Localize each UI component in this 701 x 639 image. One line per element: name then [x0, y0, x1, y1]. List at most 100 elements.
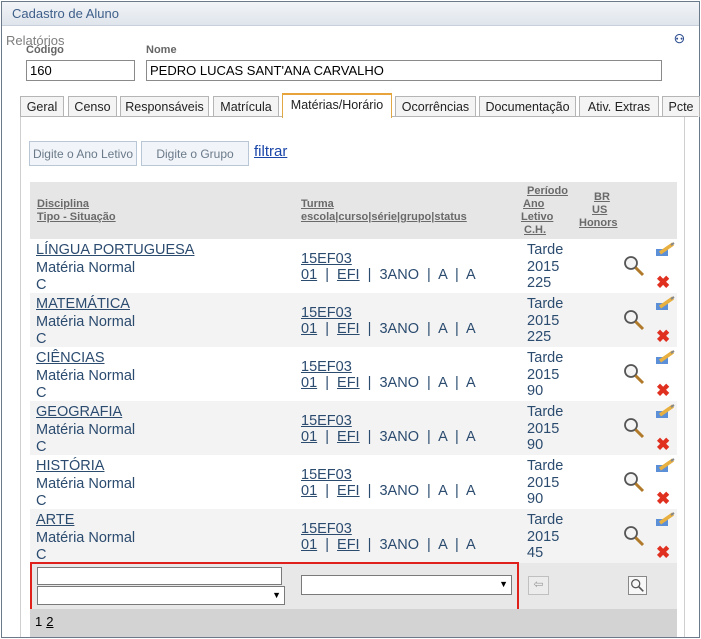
magnifier-icon[interactable]	[623, 417, 645, 439]
periodo-cell: Tarde 2015 225	[527, 242, 563, 292]
add-icon[interactable]: ⇦	[528, 576, 549, 595]
turma-link[interactable]: 15EF03	[301, 413, 352, 429]
disciplina-link[interactable]: GEOGRAFIA	[36, 404, 122, 420]
escola-link[interactable]: 01	[301, 429, 317, 445]
delete-icon[interactable]: ✖	[656, 544, 670, 561]
serie-text: 3ANO	[379, 267, 419, 283]
search-icon[interactable]	[628, 576, 647, 595]
header-tipo-situacao[interactable]: Tipo - Situação	[37, 211, 116, 224]
serie-text: 3ANO	[379, 483, 419, 499]
serie-text: 3ANO	[379, 375, 419, 391]
curso-link[interactable]: EFI	[337, 483, 360, 499]
turma-link[interactable]: 15EF03	[301, 251, 352, 267]
pencil-icon[interactable]	[655, 403, 675, 419]
pencil-icon[interactable]	[655, 349, 675, 365]
header-ch[interactable]: C.H.	[524, 224, 546, 237]
turma-link[interactable]: 15EF03	[301, 305, 352, 321]
escola-link[interactable]: 01	[301, 267, 317, 283]
binoculars-icon[interactable]: ⚇	[674, 32, 685, 46]
filtrar-link[interactable]: filtrar	[254, 143, 287, 160]
magnifier-icon[interactable]	[623, 471, 645, 493]
escola-link[interactable]: 01	[301, 375, 317, 391]
delete-icon[interactable]: ✖	[656, 274, 670, 291]
header-disciplina[interactable]: Disciplina	[37, 198, 89, 211]
disciplina-link[interactable]: MATEMÁTICA	[36, 296, 130, 312]
grupo-filter[interactable]: Digite o Grupo	[141, 141, 249, 166]
tipo-text: Matéria Normal	[36, 368, 136, 384]
student-header: Relatórios ⚇ Código Nome	[2, 26, 699, 90]
tab-documentacao[interactable]: Documentação	[479, 96, 576, 117]
tab-responsaveis[interactable]: Responsáveis	[120, 96, 209, 117]
table-header: Disciplina Tipo - Situação Turma escola|…	[30, 182, 677, 239]
curso-link[interactable]: EFI	[337, 375, 360, 391]
magnifier-icon[interactable]	[623, 255, 645, 277]
periodo-text: Tarde	[527, 296, 564, 312]
escola-link[interactable]: 01	[301, 483, 317, 499]
header-periodo[interactable]: Período	[527, 185, 568, 198]
disciplina-link[interactable]: CIÊNCIAS	[36, 350, 105, 366]
ch-text: 225	[527, 275, 552, 291]
tab-pcte[interactable]: Pcte	[662, 96, 700, 117]
header-us[interactable]: US	[592, 204, 607, 217]
header-turma-sub[interactable]: escola|curso|série|grupo|status	[301, 211, 467, 224]
header-honors[interactable]: Honors	[579, 217, 618, 230]
grupo-text: A	[438, 537, 447, 553]
window-title: Cadastro de Aluno	[2, 2, 699, 26]
pencil-icon[interactable]	[655, 511, 675, 527]
ch-text: 225	[527, 329, 552, 345]
serie-text: 3ANO	[379, 429, 419, 445]
header-turma[interactable]: Turma	[301, 198, 334, 211]
disciplina-link[interactable]: HISTÓRIA	[36, 458, 104, 474]
tipo-text: Matéria Normal	[36, 314, 136, 330]
header-ano[interactable]: Ano	[523, 198, 544, 211]
turma-link[interactable]: 15EF03	[301, 521, 352, 537]
tab-ocorrencias[interactable]: Ocorrências	[395, 96, 476, 117]
tab-censo[interactable]: Censo	[68, 96, 117, 117]
escola-link[interactable]: 01	[301, 321, 317, 337]
tipo-text: Matéria Normal	[36, 530, 136, 546]
delete-icon[interactable]: ✖	[656, 490, 670, 507]
ano-letivo-filter[interactable]: Digite o Ano Letivo	[29, 141, 137, 166]
pencil-icon[interactable]	[655, 457, 675, 473]
disciplina-link[interactable]: ARTE	[36, 512, 74, 528]
turma-link[interactable]: 15EF03	[301, 467, 352, 483]
magnifier-icon[interactable]	[623, 309, 645, 331]
periodo-cell: Tarde 2015 45	[527, 512, 563, 562]
curso-link[interactable]: EFI	[337, 429, 360, 445]
serie-text: 3ANO	[379, 537, 419, 553]
disciplina-link[interactable]: LÍNGUA PORTUGUESA	[36, 242, 194, 258]
curso-link[interactable]: EFI	[337, 321, 360, 337]
tab-geral[interactable]: Geral	[20, 96, 64, 117]
status-text: A	[466, 483, 476, 499]
tab-materias-horario[interactable]: Matérias/Horário	[282, 93, 392, 118]
curso-link[interactable]: EFI	[337, 267, 360, 283]
situacao-text: C	[36, 493, 47, 509]
pencil-icon[interactable]	[655, 241, 675, 257]
magnifier-icon[interactable]	[623, 363, 645, 385]
escola-link[interactable]: 01	[301, 537, 317, 553]
magnifier-icon[interactable]	[623, 525, 645, 547]
delete-icon[interactable]: ✖	[656, 328, 670, 345]
situacao-text: C	[36, 331, 47, 347]
situacao-text: C	[36, 385, 47, 401]
tab-matricula[interactable]: Matrícula	[213, 96, 279, 117]
header-br[interactable]: BR	[594, 191, 610, 204]
delete-icon[interactable]: ✖	[656, 382, 670, 399]
tab-ativ-extras[interactable]: Ativ. Extras	[579, 96, 659, 117]
turma-details: 01 | EFI | 3ANO | A | A	[301, 375, 476, 391]
turma-details: 01 | EFI | 3ANO | A | A	[301, 321, 476, 337]
pencil-icon[interactable]	[655, 295, 675, 311]
nome-field[interactable]	[146, 60, 662, 81]
header-letivo[interactable]: Letivo	[521, 211, 553, 224]
pagination: 12	[30, 609, 677, 637]
curso-link[interactable]: EFI	[337, 537, 360, 553]
tipo-text: Matéria Normal	[36, 260, 136, 276]
delete-icon[interactable]: ✖	[656, 436, 670, 453]
tipo-text: Matéria Normal	[36, 476, 136, 492]
ch-text: 45	[527, 545, 544, 561]
codigo-field[interactable]	[26, 60, 135, 81]
turma-link[interactable]: 15EF03	[301, 359, 352, 375]
page-link-2[interactable]: 2	[46, 614, 53, 629]
status-text: A	[466, 537, 476, 553]
codigo-label: Código	[26, 44, 64, 56]
